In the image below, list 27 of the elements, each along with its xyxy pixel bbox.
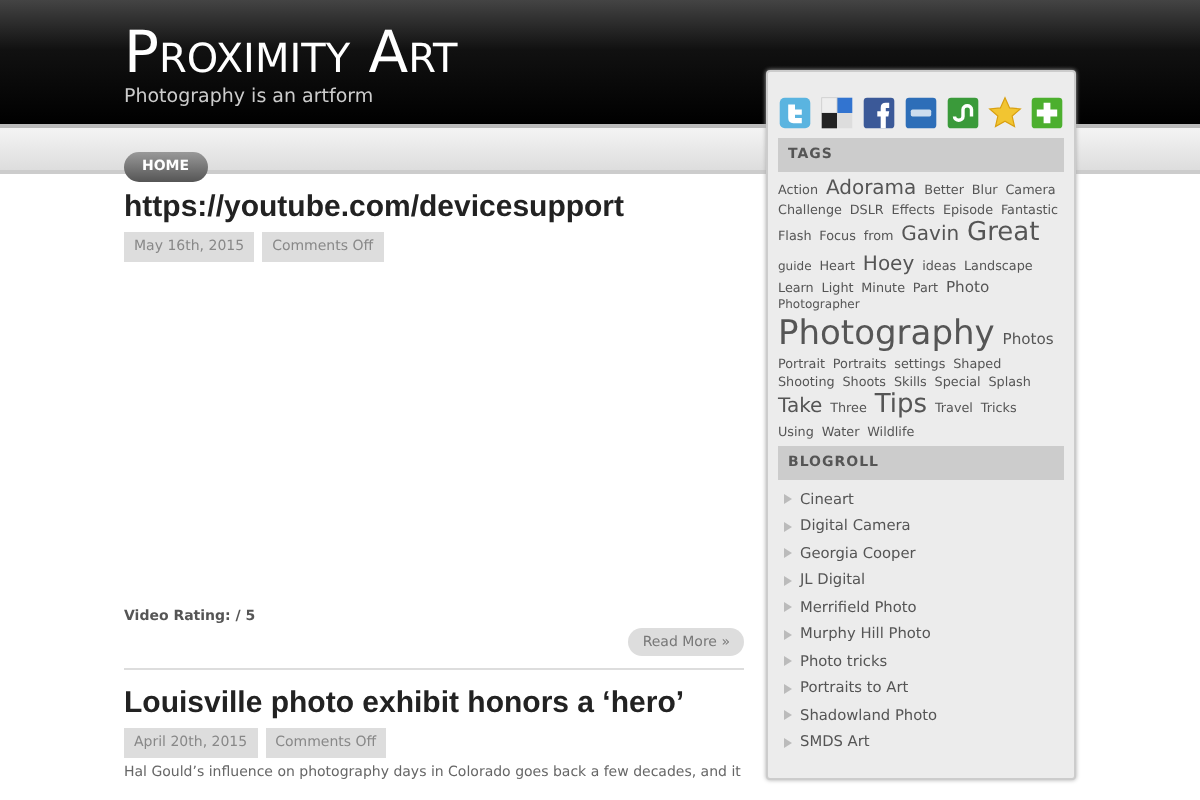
plus-icon[interactable] [1030, 96, 1064, 130]
share-icon[interactable] [904, 96, 938, 130]
bullet-icon [784, 521, 792, 532]
bullet-icon [784, 494, 792, 505]
bullet-icon [784, 629, 792, 640]
bullet-icon [784, 548, 792, 559]
bullet-icon [784, 737, 792, 748]
tag-link[interactable]: Tips [874, 390, 928, 421]
post-title[interactable]: https://youtube.com/devicesupport [124, 190, 744, 226]
tag-link[interactable]: Take [778, 396, 823, 419]
tag-link[interactable]: Adorama [825, 177, 917, 199]
star-icon[interactable] [988, 96, 1022, 130]
tag-link[interactable]: Gavin [901, 223, 960, 246]
share-icon[interactable] [862, 96, 896, 130]
bullet-icon [784, 710, 792, 721]
site-title[interactable]: Proximity Art [124, 20, 1200, 84]
tag-link[interactable]: Photography [778, 314, 995, 355]
tag-link[interactable]: Hoey [862, 253, 915, 276]
squares-icon[interactable] [820, 96, 854, 130]
post-title[interactable]: Louisville photo exhibit honors a ‘hero’ [124, 686, 744, 723]
bullet-icon [784, 575, 792, 586]
bullet-icon [784, 656, 792, 667]
share-icon[interactable] [946, 96, 980, 130]
site-tagline: Photography is an artform [124, 84, 376, 112]
bullet-icon [784, 683, 792, 694]
tag-link[interactable]: Great [967, 217, 1040, 248]
bullet-icon [784, 602, 792, 613]
